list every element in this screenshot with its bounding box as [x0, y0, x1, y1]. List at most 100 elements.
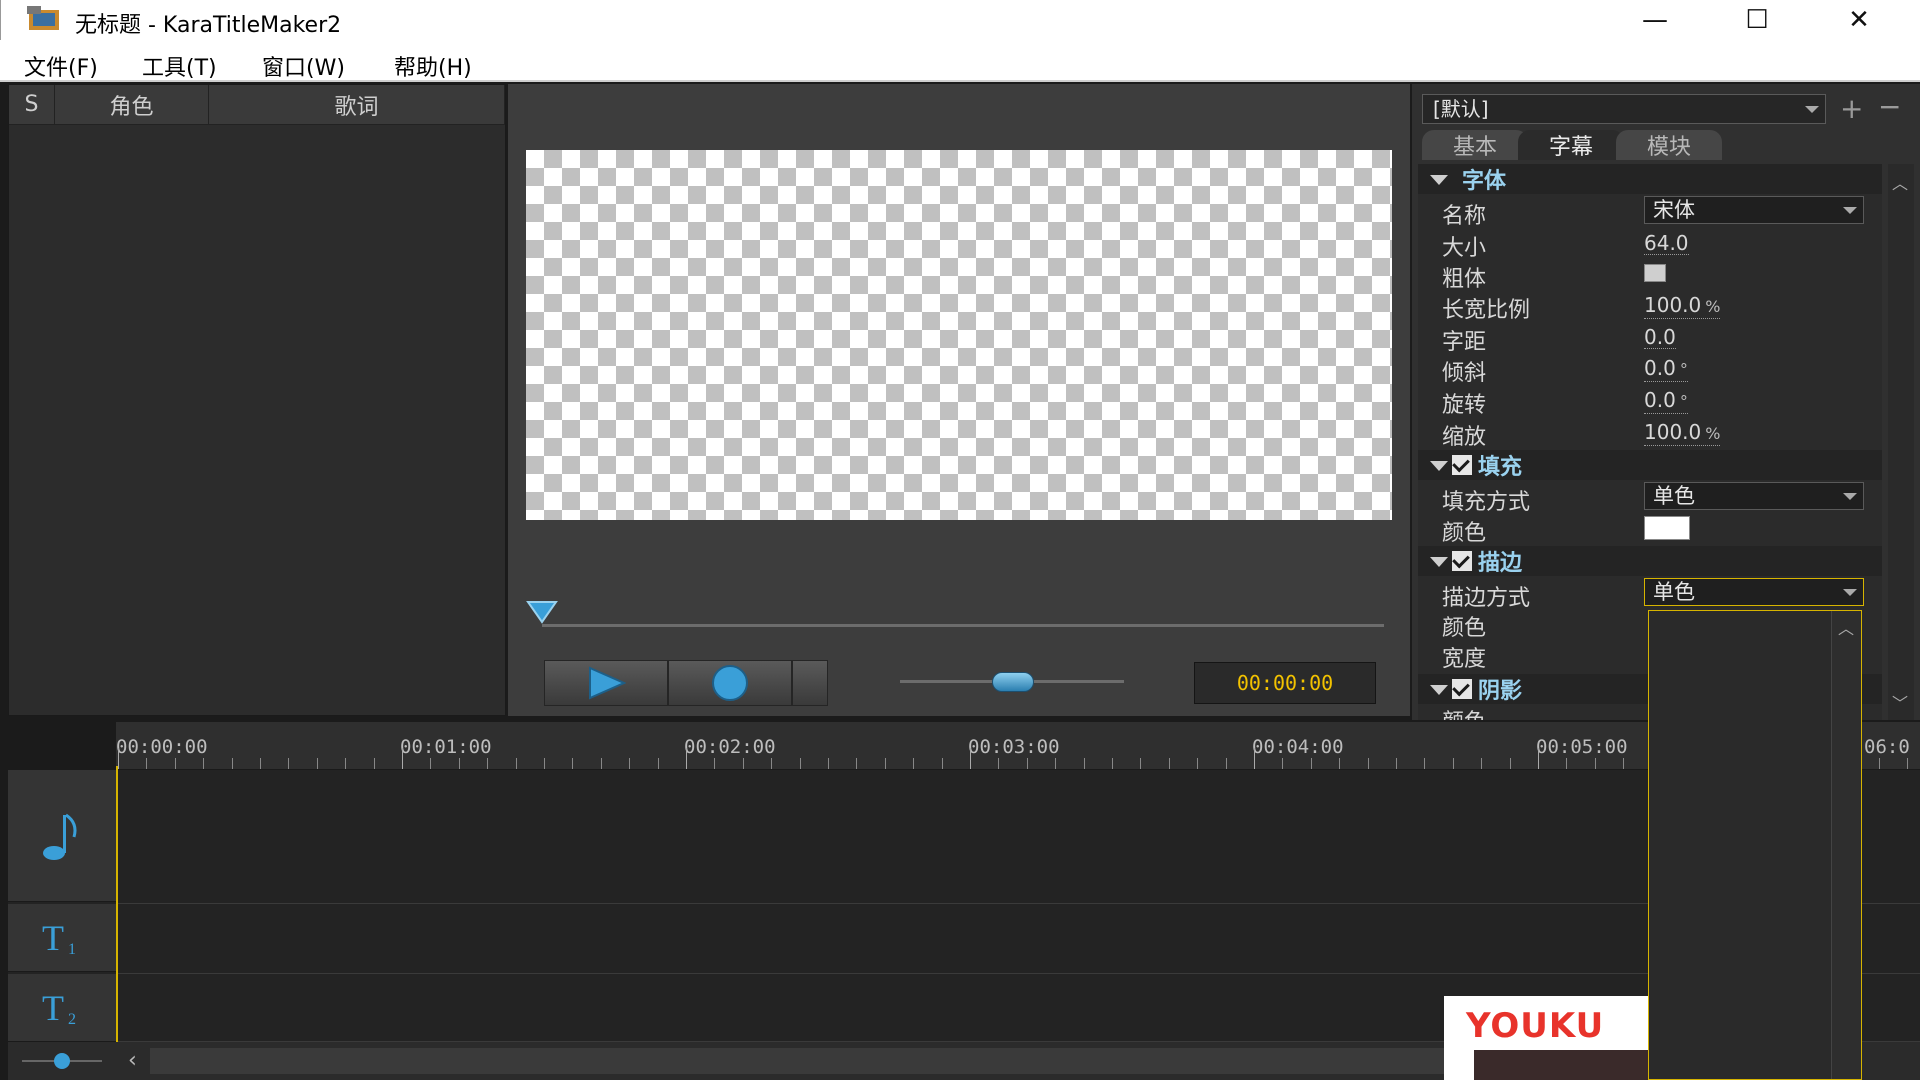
section-font[interactable]: 字体: [1418, 164, 1882, 194]
scale-unit: %: [1705, 424, 1721, 443]
stroke-mode-select[interactable]: 单色: [1644, 578, 1864, 606]
preset-select[interactable]: [默认]: [1422, 94, 1826, 124]
ruler-tick: [174, 758, 176, 769]
ruler-tick: [515, 758, 517, 769]
ruler-tick: [572, 758, 574, 769]
ruler-tick: [1623, 758, 1625, 769]
ruler-tick: [1225, 758, 1227, 769]
ruler-tick: [1424, 758, 1426, 769]
track-header-music[interactable]: [8, 770, 116, 902]
scroll-up-icon[interactable]: ︿: [1838, 615, 1854, 639]
section-fill[interactable]: 填充: [1418, 450, 1882, 480]
minimize-button[interactable]: —: [1603, 0, 1707, 40]
font-size-value[interactable]: 64.0: [1644, 232, 1689, 255]
ruler-tick: [288, 758, 290, 769]
seek-bar[interactable]: [542, 624, 1384, 627]
shadow-checkbox[interactable]: [1452, 679, 1472, 699]
ruler-tick: [487, 758, 489, 769]
time-display: 00:00:00: [1194, 662, 1376, 704]
dropdown-scrollbar[interactable]: ︿: [1831, 611, 1861, 1079]
stroke-checkbox[interactable]: [1452, 551, 1472, 571]
fill-mode-select[interactable]: 单色: [1644, 482, 1864, 510]
ruler-tick: [998, 758, 1000, 769]
tab-basic[interactable]: 基本: [1422, 130, 1528, 160]
record-button[interactable]: [668, 660, 792, 706]
column-header-lyrics[interactable]: 歌词: [209, 85, 505, 125]
menu-window[interactable]: 窗口(W): [262, 50, 345, 82]
ruler-tick: [686, 748, 687, 769]
ruler-tick: [544, 758, 545, 769]
bold-checkbox[interactable]: [1644, 264, 1666, 282]
slant-field[interactable]: 0.0 °: [1644, 357, 1688, 382]
collapse-triangle-icon: [1430, 557, 1448, 567]
aspect-field[interactable]: 100.0%: [1644, 293, 1721, 319]
column-header-role[interactable]: 角色: [55, 85, 209, 125]
slant-value: 0.0: [1644, 356, 1676, 380]
maximize-button[interactable]: ☐: [1705, 0, 1809, 40]
svg-text:T: T: [42, 918, 64, 958]
play-button[interactable]: [544, 660, 668, 706]
scroll-down-icon[interactable]: ﹀: [1892, 690, 1908, 714]
remove-preset-icon[interactable]: −: [1878, 90, 1901, 123]
ruler-tick: [1168, 758, 1170, 769]
collapse-triangle-icon: [1430, 685, 1448, 695]
ruler-tick: [316, 758, 318, 769]
video-thumbnail: [1474, 1050, 1650, 1080]
music-note-icon: [43, 813, 77, 860]
timeline-cursor[interactable]: [116, 766, 118, 1042]
tab-subtitle[interactable]: 字幕: [1518, 130, 1624, 160]
scroll-up-icon[interactable]: ︿: [1892, 170, 1908, 194]
section-stroke[interactable]: 描边: [1418, 546, 1882, 576]
track-header-text2[interactable]: T 2: [8, 974, 116, 1042]
svg-text:2: 2: [68, 1011, 76, 1028]
fill-mode-value: 单色: [1653, 484, 1695, 508]
scale-field[interactable]: 100.0%: [1644, 421, 1721, 446]
ruler-tick: [941, 758, 943, 769]
window-title: 无标题 - KaraTitleMaker2: [75, 13, 342, 38]
slant-unit: °: [1679, 360, 1688, 379]
volume-knob[interactable]: [992, 672, 1034, 692]
playhead-marker-icon[interactable]: [526, 600, 558, 624]
ruler-tick: [1878, 758, 1880, 769]
preset-value: [默认]: [1433, 97, 1489, 121]
transport-extra-button[interactable]: [792, 660, 828, 706]
record-icon: [712, 665, 748, 701]
spacing-value[interactable]: 0.0: [1644, 326, 1676, 349]
aspect-value: 100.0: [1644, 293, 1702, 317]
menu-help[interactable]: 帮助(H): [394, 50, 472, 82]
svg-text:1: 1: [68, 941, 76, 958]
collapse-triangle-icon: [1430, 461, 1448, 471]
menu-file[interactable]: 文件(F): [24, 50, 98, 82]
chevron-down-icon: [1843, 589, 1857, 596]
ruler-tick: [1254, 748, 1255, 769]
add-preset-icon[interactable]: +: [1840, 92, 1863, 125]
play-icon: [589, 666, 626, 700]
close-button[interactable]: ✕: [1807, 0, 1911, 40]
rotate-field[interactable]: 0.0 °: [1644, 389, 1688, 414]
ruler-tick: [856, 758, 858, 769]
property-scrollbar[interactable]: ︿ ﹀: [1888, 164, 1914, 720]
scroll-thumb[interactable]: [150, 1048, 1650, 1074]
ruler-tick: [771, 758, 773, 769]
slant-label: 倾斜: [1442, 361, 1487, 386]
ruler-tick: [799, 758, 801, 769]
font-name-select[interactable]: 宋体: [1644, 196, 1864, 224]
ruler-tick: [1140, 758, 1142, 769]
ruler-tick: [146, 758, 148, 769]
font-name-value: 宋体: [1653, 198, 1695, 222]
track-header-text1[interactable]: T 1: [8, 904, 116, 972]
menu-tools[interactable]: 工具(T): [142, 50, 217, 82]
ruler-tick: [1339, 758, 1341, 769]
stroke-mode-dropdown-list[interactable]: ︿: [1648, 610, 1862, 1080]
stroke-mode-label: 描边方式: [1442, 586, 1531, 611]
column-header-s[interactable]: S: [9, 85, 55, 125]
ruler-tick: [1055, 758, 1057, 769]
fill-mode-label: 填充方式: [1442, 490, 1531, 515]
zoom-knob[interactable]: [54, 1053, 70, 1069]
tab-module[interactable]: 模块: [1616, 130, 1722, 160]
fill-color-swatch[interactable]: [1644, 516, 1690, 540]
rotate-label: 旋转: [1442, 393, 1487, 418]
fill-checkbox[interactable]: [1452, 455, 1472, 475]
spacing-label: 字距: [1442, 330, 1487, 355]
scroll-left-icon[interactable]: ‹: [128, 1048, 137, 1073]
